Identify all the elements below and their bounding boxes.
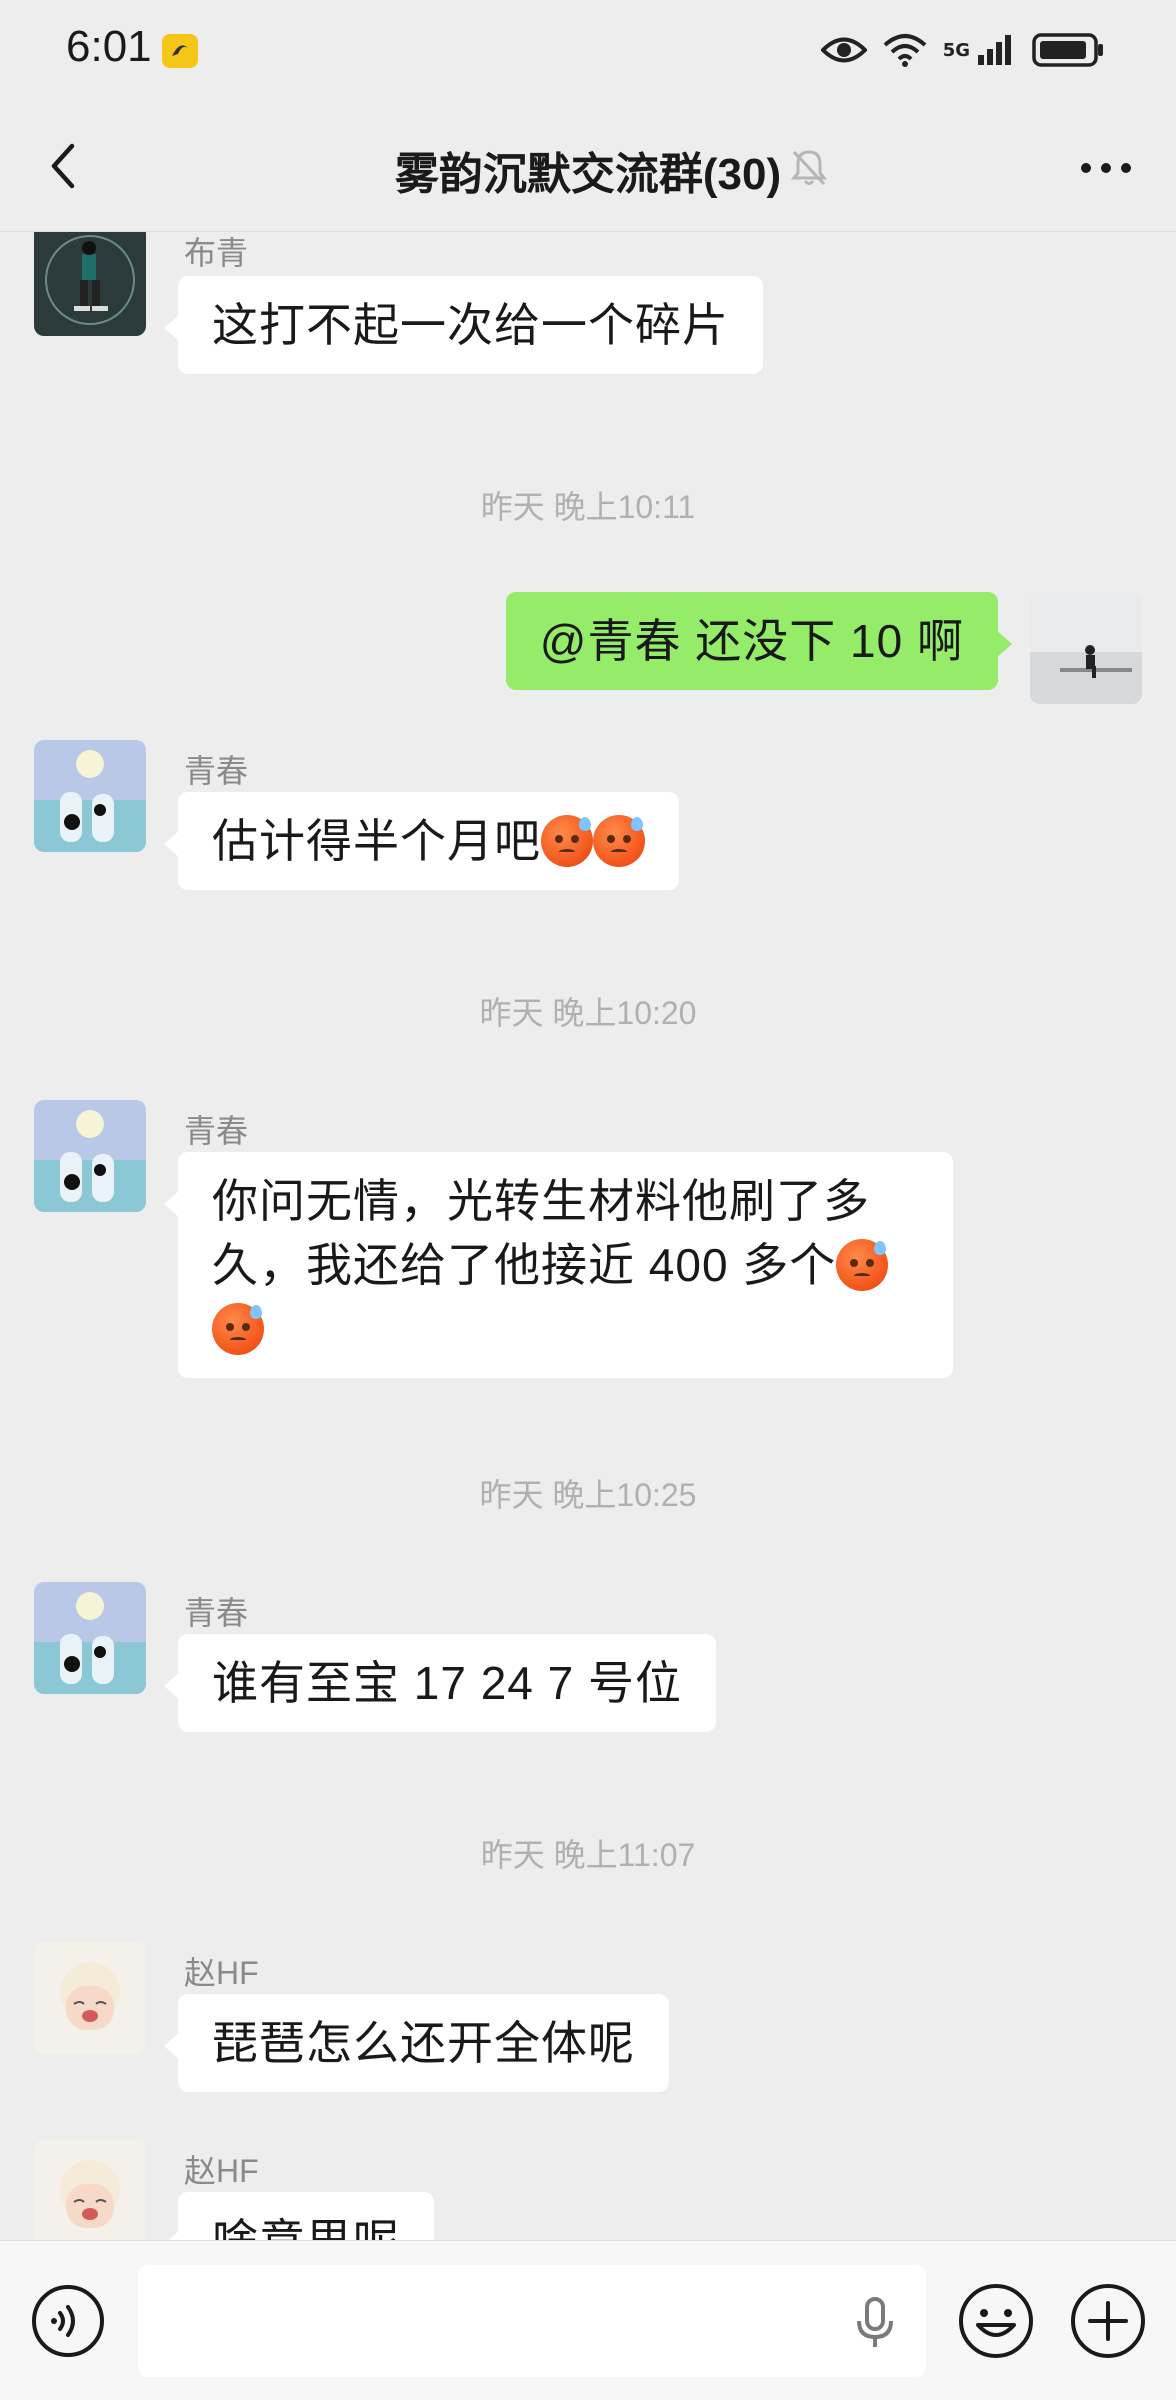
sweat-emoji-icon (836, 1239, 889, 1291)
message-line-3 (212, 1297, 919, 1361)
avatar[interactable] (34, 1582, 146, 1694)
sender-name: 青春 (184, 1595, 249, 1631)
message-line-2: 久，我还给了他接近 400 多个 (212, 1233, 919, 1297)
message-item: 青春 你问无情，光转生材料他刷了多 久，我还给了他接近 400 多个 (0, 1092, 1176, 1378)
eye-icon (820, 35, 867, 65)
timestamp: 昨天 晚上10:11 (480, 489, 696, 525)
smiley-icon (959, 2284, 1033, 2358)
sender-name: 青春 (184, 753, 249, 789)
avatar[interactable] (34, 232, 146, 336)
chat-header: 雾韵沉默交流群(30) (0, 100, 1176, 232)
timestamp: 昨天 晚上10:25 (479, 1477, 697, 1513)
message-bubble[interactable]: @青春 还没下 10 啊 (505, 592, 1013, 690)
more-button[interactable] (1066, 138, 1146, 198)
message-item: 布青 这打不起一次给一个碎片 (0, 232, 1176, 402)
message-item: @青春 还没下 10 啊 (0, 592, 1176, 712)
message-bubble[interactable]: 琵琶怎么还开全体呢 (164, 1994, 669, 2092)
sender-name: 布青 (184, 235, 249, 271)
sender-name: 青春 (184, 1113, 249, 1149)
message-item: 青春 估计得半个月吧 (0, 732, 1176, 890)
microphone-icon[interactable] (850, 2295, 900, 2351)
message-list[interactable]: 布青 这打不起一次给一个碎片 昨天 晚上10:11 @青春 还没下 10 啊 青… (0, 232, 1176, 2240)
chat-title: 雾韵沉默交流群(30) (394, 150, 782, 199)
plus-button[interactable] (1068, 2281, 1148, 2361)
message-text: 久，我还给了他接近 400 多个 (212, 1239, 837, 1291)
message-bubble[interactable]: 你问无情，光转生材料他刷了多 久，我还给了他接近 400 多个 (164, 1152, 953, 1378)
sweat-emoji-icon (593, 815, 645, 867)
message-input[interactable] (138, 2265, 926, 2377)
emoji-button[interactable] (956, 2281, 1036, 2361)
sweat-emoji-icon (541, 815, 593, 867)
more-dots-icon (1081, 163, 1131, 173)
plus-circle-icon (1071, 2284, 1145, 2358)
status-time: 6:01 (66, 22, 152, 71)
battery-icon (1032, 32, 1106, 68)
message-bubble[interactable]: 啥意思呢 (164, 2192, 434, 2240)
network-label: 5G (942, 39, 970, 61)
sender-name: 赵HF (184, 1955, 259, 1991)
message-text: 估计得半个月吧 (212, 815, 541, 867)
avatar[interactable] (34, 2140, 146, 2240)
status-bar: 6:01 5G (0, 0, 1176, 100)
message-bubble[interactable]: 估计得半个月吧 (164, 792, 679, 890)
voice-mode-icon (32, 2285, 104, 2357)
message-bubble[interactable]: 这打不起一次给一个碎片 (164, 276, 763, 374)
avatar[interactable] (1030, 592, 1142, 704)
message-item: 赵HF 琵琶怎么还开全体呢 (0, 1934, 1176, 2092)
message-item: 青春 谁有至宝 17 24 7 号位 (0, 1574, 1176, 1732)
voice-button[interactable] (30, 2283, 106, 2359)
sweat-emoji-icon (212, 1303, 264, 1355)
wifi-icon (883, 33, 927, 67)
avatar[interactable] (34, 740, 146, 852)
app-notification-icon (162, 34, 198, 68)
bell-off-icon (788, 146, 830, 188)
input-bar (0, 2240, 1176, 2400)
status-icons: 5G (820, 28, 1106, 72)
message-bubble[interactable]: 谁有至宝 17 24 7 号位 (163, 1634, 717, 1732)
message-item: 赵HF 啥意思呢 (0, 2132, 1176, 2240)
signal-icon (976, 33, 1016, 67)
timestamp: 昨天 晚上11:07 (480, 1837, 696, 1873)
sender-name: 赵HF (184, 2153, 259, 2189)
timestamp: 昨天 晚上10:20 (479, 995, 697, 1031)
message-line: 你问无情，光转生材料他刷了多 (212, 1175, 870, 1227)
avatar[interactable] (34, 1100, 146, 1212)
avatar[interactable] (34, 1942, 146, 2054)
